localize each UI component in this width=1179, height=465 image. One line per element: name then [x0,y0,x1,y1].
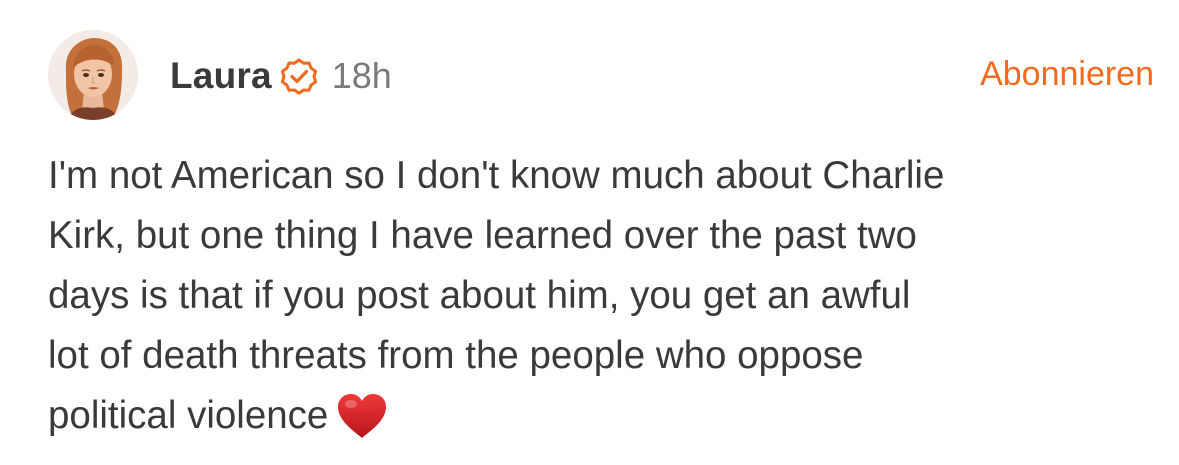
avatar-illustration [48,30,138,120]
post-body: I'm not American so I don't know much ab… [48,146,1148,446]
post-body-line: Kirk, but one thing I have learned over … [48,214,917,257]
verified-badge-icon [280,57,318,95]
post-header: Laura 18h Abonnieren [48,30,1158,120]
heart-emoji-icon [336,392,388,440]
post-body-last-line: political violence [48,386,1148,446]
author-line: Laura 18h [170,52,392,100]
post-time: 18h [331,55,392,96]
subscribe-button[interactable]: Abonnieren [980,55,1154,94]
post-body-line: lot of death threats from the people who… [48,334,864,377]
author-name[interactable]: Laura [170,55,272,97]
avatar[interactable] [48,30,138,120]
post-body-line: I'm not American so I don't know much ab… [48,154,945,197]
post-body-line: political violence [48,394,329,437]
post-card: Laura 18h Abonnieren I'm not American so… [0,0,1179,465]
post-body-line: days is that if you post about him, you … [48,274,911,317]
